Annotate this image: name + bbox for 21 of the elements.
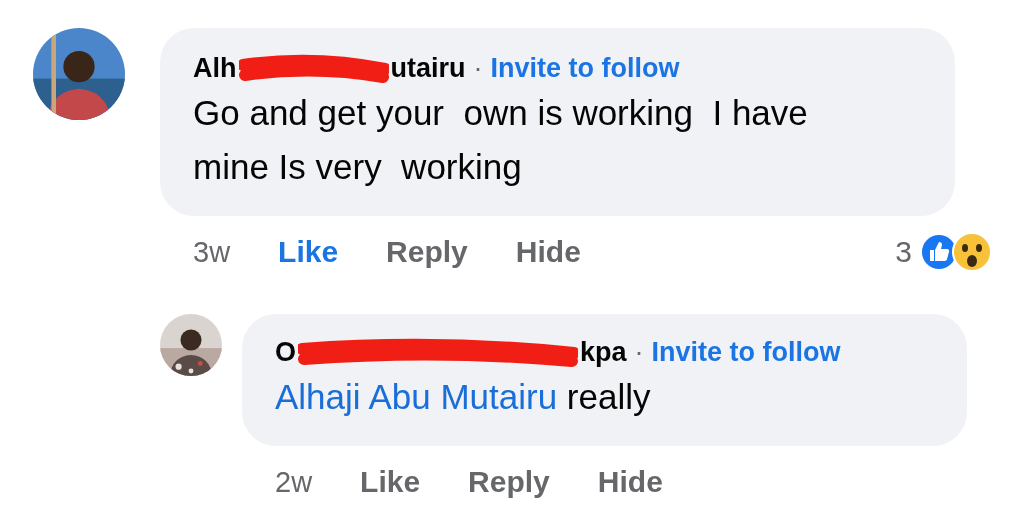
comment-text: Go and get your own is working I have mine Is very working	[193, 92, 809, 188]
action-link[interactable]: Reply	[468, 465, 550, 499]
timestamp: 3w	[193, 235, 231, 269]
author-name[interactable]: Alh	[193, 52, 237, 84]
invite-link[interactable]: Invite to follow	[651, 336, 841, 368]
mention-link[interactable]: Alhaji Abu Mutairu	[275, 377, 558, 416]
comment-text: Alhaji Abu Mutairu really	[275, 376, 652, 418]
wow-emoji-icon	[952, 232, 992, 272]
author-name[interactable]: O	[275, 336, 296, 368]
action-link[interactable]: Hide	[597, 465, 663, 499]
action-link[interactable]: Reply	[386, 235, 468, 269]
action-link[interactable]: Like	[278, 235, 339, 269]
timestamp: 2w	[275, 465, 313, 499]
separator-dot: ·	[473, 52, 483, 84]
reaction-count[interactable]: 3	[895, 235, 912, 269]
author-name[interactable]: kpa	[580, 336, 627, 368]
action-link[interactable]: Hide	[515, 235, 581, 269]
separator-dot: ·	[634, 336, 644, 368]
invite-link[interactable]: Invite to follow	[490, 52, 680, 84]
author-name[interactable]: utairu	[390, 52, 466, 84]
action-link[interactable]: Like	[360, 465, 421, 499]
